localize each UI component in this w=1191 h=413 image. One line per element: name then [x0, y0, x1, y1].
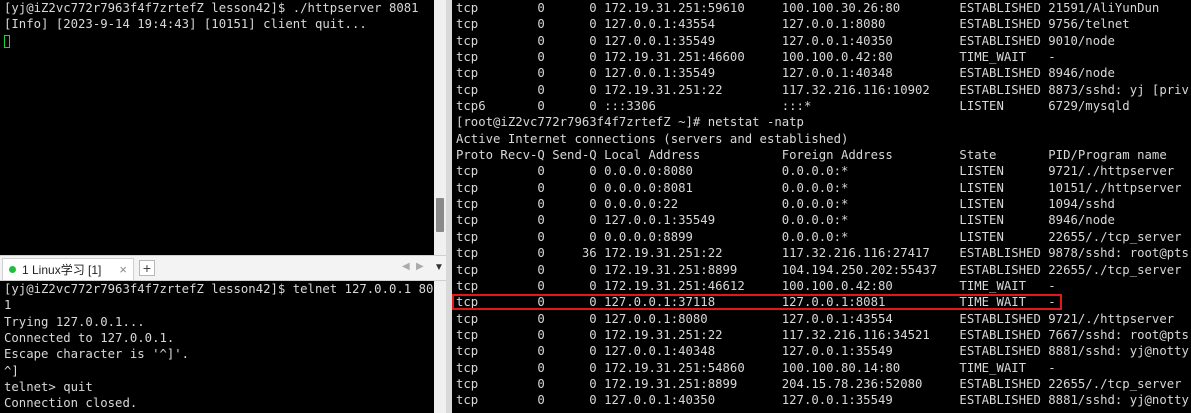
- netstat-row: tcp 0 0 127.0.0.1:40348 127.0.0.1:35549 …: [456, 344, 1189, 359]
- netstat-row: tcp 0 0 172.19.31.251:22 117.32.216.116:…: [456, 82, 1189, 97]
- scrollbar-track[interactable]: [434, 281, 446, 413]
- netstat-row: tcp 0 0 172.19.31.251:54860 100.100.80.1…: [456, 360, 1056, 375]
- add-tab-button[interactable]: +: [139, 260, 155, 276]
- terminal-line: [yj@iZ2vc772r7963f4f7zrtefZ lesson42]$ .…: [4, 1, 419, 15]
- netstat-row: tcp 0 0 127.0.0.1:35549 127.0.0.1:40348 …: [456, 66, 1115, 81]
- terminal-line: 1: [4, 298, 12, 313]
- netstat-row: tcp 0 0 172.19.31.251:46600 100.100.0.42…: [456, 50, 1056, 65]
- netstat-row: tcp 0 36 172.19.31.251:22 117.32.216.116…: [456, 246, 1189, 261]
- scrollbar-track[interactable]: [434, 0, 446, 255]
- netstat-row: tcp 0 0 172.19.31.251:59610 100.100.30.2…: [456, 1, 1160, 15]
- netstat-row-highlighted: tcp 0 0 127.0.0.1:37118 127.0.0.1:8081 T…: [456, 295, 1056, 310]
- tab-prev-icon[interactable]: ◀: [402, 261, 410, 272]
- netstat-row: tcp 0 0 127.0.0.1:35549 127.0.0.1:40350 …: [456, 33, 1115, 48]
- terminal-cursor: [4, 34, 10, 48]
- netstat-row: tcp 0 0 0.0.0.0:8899 0.0.0.0:* LISTEN 22…: [456, 229, 1182, 244]
- netstat-row: tcp 0 0 172.19.31.251:22 117.32.216.116:…: [456, 327, 1189, 342]
- netstat-row: tcp 0 0 172.19.31.251:46612 100.100.0.42…: [456, 278, 1056, 293]
- tab-linux-session[interactable]: 1 Linux学习 [1] ×: [2, 258, 134, 280]
- terminal-line: [yj@iZ2vc772r7963f4f7zrtefZ lesson42]$ t…: [4, 282, 434, 296]
- terminal-pane-netstat[interactable]: tcp 0 0 172.19.31.251:59610 100.100.30.2…: [452, 0, 1191, 413]
- netstat-row: tcp 0 0 0.0.0.0:22 0.0.0.0:* LISTEN 1094…: [456, 197, 1115, 212]
- terminal-line: Escape character is '^]'.: [4, 347, 190, 362]
- terminal-line: Connected to 127.0.0.1.: [4, 331, 175, 346]
- terminal-line: Connection closed.: [4, 396, 138, 411]
- netstat-row: tcp 0 0 0.0.0.0:8081 0.0.0.0:* LISTEN 10…: [456, 180, 1182, 195]
- terminal-pane-server[interactable]: [yj@iZ2vc772r7963f4f7zrtefZ lesson42]$ .…: [0, 0, 434, 255]
- shell-prompt-line: [root@iZ2vc772r7963f4f7zrtefZ ~]# netsta…: [456, 115, 804, 130]
- netstat-row: tcp 0 0 127.0.0.1:43554 127.0.0.1:8080 E…: [456, 17, 1130, 32]
- terminal-line: [Info] [2023-9-14 19:4:43] [10151] clien…: [4, 17, 367, 32]
- connected-status-icon: [9, 266, 16, 273]
- terminal-line: telnet> quit: [4, 380, 93, 395]
- terminal-line: Trying 127.0.0.1...: [4, 314, 145, 329]
- netstat-row: tcp 0 0 172.19.31.251:8899 104.194.250.2…: [456, 262, 1182, 277]
- netstat-row: tcp 0 0 127.0.0.1:8080 127.0.0.1:43554 E…: [456, 311, 1175, 326]
- terminal-cursor-line: [0, 33, 434, 49]
- netstat-header: Proto Recv-Q Send-Q Local Address Foreig…: [456, 148, 1167, 163]
- netstat-row: tcp 0 0 127.0.0.1:35549 0.0.0.0:* LISTEN…: [456, 213, 1115, 228]
- tab-menu-icon[interactable]: ▼: [434, 262, 444, 273]
- netstat-row: tcp 0 0 172.19.31.251:8899 204.15.78.236…: [456, 376, 1182, 391]
- scrollbar-thumb[interactable]: [436, 198, 444, 232]
- tab-label: 1 Linux学习 [1]: [22, 263, 102, 277]
- netstat-row: tcp 0 0 127.0.0.1:40350 127.0.0.1:35549 …: [456, 393, 1189, 408]
- terminal-line: ^]: [4, 363, 19, 378]
- session-tab-bar: 1 Linux学习 [1] × + ◀ ▶ ▼: [0, 255, 446, 281]
- netstat-row: tcp 0 0 0.0.0.0:8080 0.0.0.0:* LISTEN 97…: [456, 164, 1175, 179]
- netstat-title: Active Internet connections (servers and…: [456, 131, 849, 146]
- netstat-row: tcp6 0 0 :::3306 :::* LISTEN 6729/mysqld: [456, 99, 1130, 114]
- close-icon[interactable]: ×: [119, 262, 127, 277]
- terminal-pane-telnet[interactable]: [yj@iZ2vc772r7963f4f7zrtefZ lesson42]$ t…: [0, 281, 434, 413]
- tab-next-icon[interactable]: ▶: [416, 261, 424, 272]
